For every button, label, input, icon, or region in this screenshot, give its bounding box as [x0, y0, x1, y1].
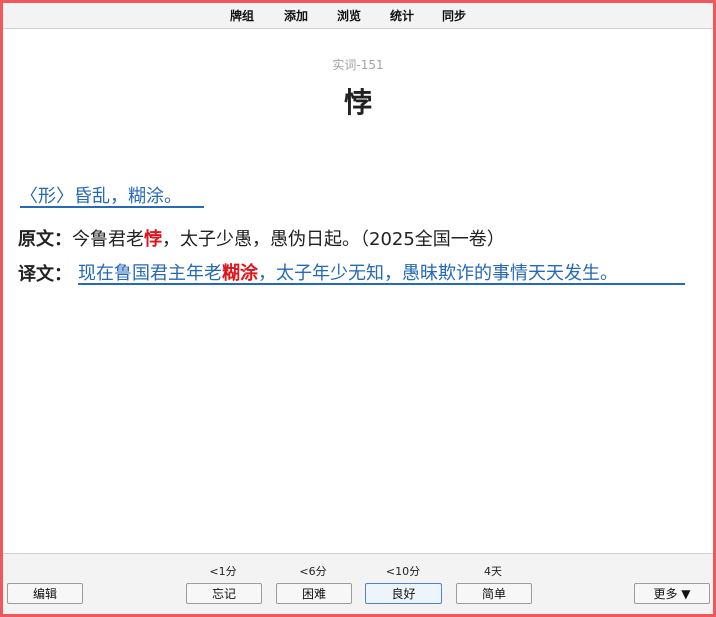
- translation-after: ，太子年少无知，愚昧欺诈的事情天天发生。: [258, 263, 618, 284]
- menu-decks[interactable]: 牌组: [230, 7, 254, 24]
- original-text-after: ，太子少愚，愚伪日起。（2025全国一卷）: [162, 229, 505, 250]
- menu-stats[interactable]: 统计: [390, 7, 414, 24]
- menu-sync[interactable]: 同步: [442, 7, 466, 24]
- card-content: 实词-151 悖 〈形〉昏乱，糊涂。 原文：今鲁君老悖，太子少愚，愚伪日起。（2…: [3, 29, 713, 552]
- interval-easy: 4天: [484, 565, 502, 578]
- headword: 悖: [343, 86, 372, 119]
- edit-button[interactable]: 编辑: [7, 583, 83, 604]
- easy-button[interactable]: 简单: [456, 583, 532, 604]
- original-highlight: 悖: [144, 229, 162, 250]
- original-text-before: 今鲁君老: [72, 229, 144, 250]
- original-label: 原文：: [18, 229, 72, 250]
- interval-again: <1分: [209, 565, 237, 578]
- original-text-line: 原文：今鲁君老悖，太子少愚，愚伪日起。（2025全国一卷）: [18, 225, 505, 251]
- deck-name: 实词-151: [332, 58, 384, 72]
- good-button[interactable]: 良好: [365, 583, 442, 604]
- translation-before: 现在鲁国君主年老: [78, 263, 222, 284]
- again-button[interactable]: 忘记: [186, 583, 262, 604]
- translation-text: 现在鲁国君主年老糊涂，太子年少无知，愚昧欺诈的事情天天发生。: [78, 259, 685, 285]
- menu-browse[interactable]: 浏览: [337, 7, 361, 24]
- translation-highlight: 糊涂: [222, 263, 258, 284]
- interval-hard: <6分: [299, 565, 327, 578]
- bottom-bar: 编辑 <1分 <6分 <10分 4天 忘记 困难 良好 简单 更多 ▼: [3, 553, 713, 615]
- hard-button[interactable]: 困难: [276, 583, 352, 604]
- top-menu-bar: 牌组 添加 浏览 统计 同步: [3, 3, 713, 29]
- interval-good: <10分: [385, 565, 421, 578]
- translation-label: 译文：: [18, 264, 72, 285]
- definition: 〈形〉昏乱，糊涂。: [20, 182, 204, 208]
- menu-add[interactable]: 添加: [284, 7, 308, 24]
- more-button[interactable]: 更多 ▼: [634, 583, 710, 604]
